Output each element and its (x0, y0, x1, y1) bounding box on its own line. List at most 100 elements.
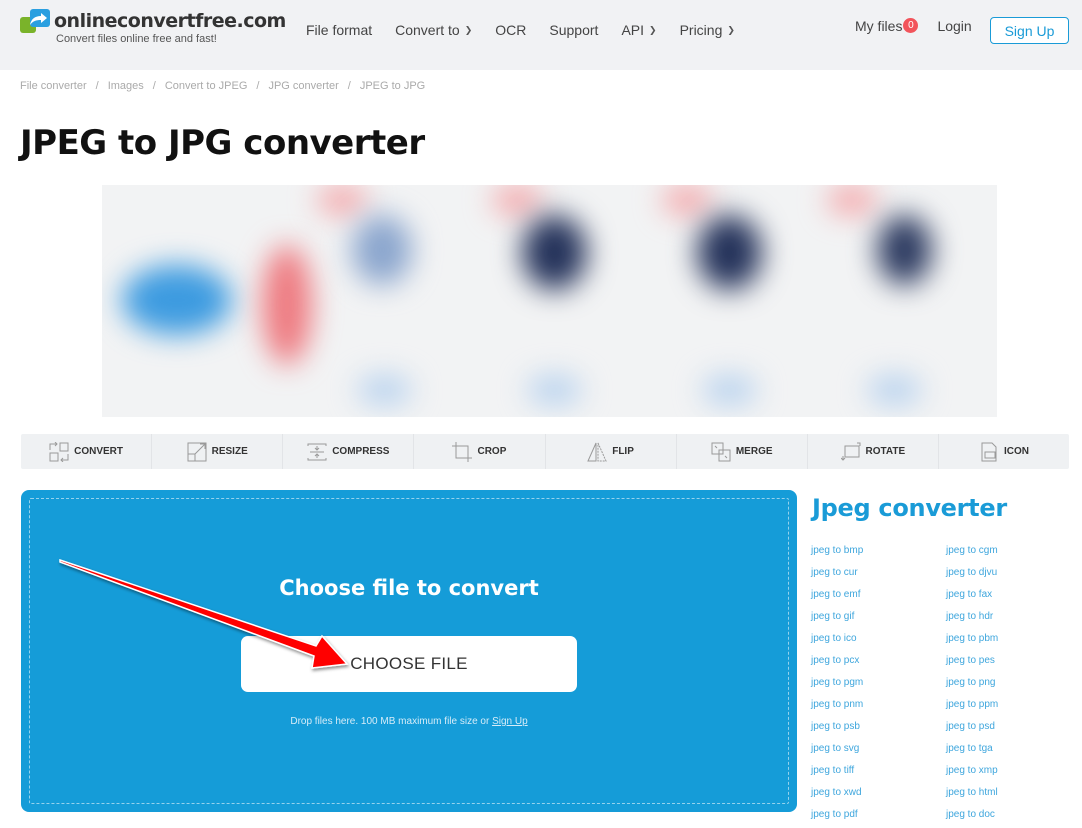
ad-banner[interactable] (102, 185, 997, 417)
converter-link[interactable]: jpeg to pgm (811, 677, 946, 699)
tools-bar: CONVERT RESIZE COMPRESS CROP FLIP MERGE … (21, 434, 1069, 469)
nav-label: Support (549, 22, 599, 38)
tool-label: CROP (477, 446, 507, 457)
tool-compress[interactable]: COMPRESS (283, 434, 415, 469)
converter-link[interactable]: jpeg to psb (811, 721, 946, 743)
breadcrumb-item[interactable]: Convert to JPEG (165, 80, 248, 92)
site-logo[interactable]: onlineconvertfree.com Convert files onli… (20, 9, 286, 45)
converter-link[interactable]: jpeg to djvu (946, 567, 1066, 589)
tool-merge[interactable]: MERGE (677, 434, 808, 469)
main-nav: File format Convert to ❯ OCR Support API ❯… (306, 22, 758, 38)
nav-pricing[interactable]: Pricing ❯ (680, 22, 735, 38)
converter-link[interactable]: jpeg to ppm (946, 699, 1066, 721)
tool-rotate[interactable]: ROTATE (808, 434, 939, 469)
breadcrumb-item[interactable]: Images (108, 80, 144, 92)
nav-label: File format (306, 22, 373, 38)
site-header: onlineconvertfree.com Convert files onli… (0, 0, 1082, 70)
breadcrumb-separator: / (256, 80, 260, 92)
convert-icon (49, 441, 69, 462)
converter-link[interactable]: jpeg to doc (946, 809, 1066, 828)
signup-button[interactable]: Sign Up (990, 17, 1069, 44)
breadcrumb-item[interactable]: JPG converter (268, 80, 338, 92)
converter-link[interactable]: jpeg to fax (946, 589, 1066, 611)
tool-label: RESIZE (211, 446, 248, 457)
tool-resize[interactable]: RESIZE (152, 434, 284, 469)
ad-blob (662, 185, 712, 215)
my-files-label: My files (855, 18, 903, 34)
nav-label: API (621, 22, 645, 38)
ico-file-icon (981, 442, 997, 461)
converter-link[interactable]: jpeg to gif (811, 611, 946, 633)
ad-blob (492, 185, 542, 215)
nav-file-format[interactable]: File format (306, 22, 372, 38)
ad-blob (697, 215, 762, 290)
converter-link[interactable]: jpeg to pes (946, 655, 1066, 677)
tool-convert[interactable]: CONVERT (21, 434, 153, 469)
converter-link[interactable]: jpeg to cur (811, 567, 946, 589)
tool-label: COMPRESS (332, 446, 390, 457)
tool-label: FLIP (612, 446, 634, 457)
merge-icon (711, 442, 731, 461)
converter-link[interactable]: jpeg to tiff (811, 765, 946, 787)
tool-flip[interactable]: FLIP (546, 434, 677, 469)
nav-convert-to[interactable]: Convert to ❯ (395, 22, 472, 38)
ad-blob (877, 215, 932, 285)
page-title: JPEG to JPG converter (20, 123, 425, 163)
converter-link[interactable]: jpeg to bmp (811, 545, 946, 567)
ad-blob (527, 375, 582, 405)
resize-icon (187, 442, 207, 461)
converter-link[interactable]: jpeg to pbm (946, 633, 1066, 655)
converter-links: jpeg to bmp jpeg to cgm jpeg to cur jpeg to… (811, 545, 1066, 828)
converter-link[interactable]: jpeg to hdr (946, 611, 1066, 633)
ad-blob (827, 185, 877, 215)
tool-crop[interactable]: CROP (414, 434, 546, 469)
converter-link[interactable]: jpeg to xwd (811, 787, 946, 809)
breadcrumb: File converter / Images / Convert to JPEG /… (20, 80, 425, 92)
tool-label: ROTATE (865, 446, 906, 457)
converter-link[interactable]: jpeg to pcx (811, 655, 946, 677)
nav-label: OCR (495, 22, 527, 38)
drop-signup-link[interactable]: Sign Up (492, 716, 528, 727)
converter-link[interactable]: jpeg to pdf (811, 809, 946, 828)
tool-icon[interactable]: ICON (939, 434, 1069, 469)
nav-label: Convert to (395, 22, 460, 38)
breadcrumb-separator: / (95, 80, 99, 92)
my-files-link[interactable]: My files 0 (855, 17, 919, 34)
nav-ocr[interactable]: OCR (495, 22, 526, 38)
drop-note-text: Drop files here. 100 MB maximum file siz… (290, 716, 493, 727)
logo-tagline: Convert files online free and fast! (56, 33, 217, 45)
upload-dropzone[interactable]: Choose file to convert CHOOSE FILE Drop … (21, 490, 797, 812)
upload-title: Choose file to convert (279, 576, 539, 600)
nav-support[interactable]: Support (549, 22, 598, 38)
chevron-down-icon: ❯ (727, 24, 735, 35)
converter-link[interactable]: jpeg to cgm (946, 545, 1066, 567)
converter-link[interactable]: jpeg to emf (811, 589, 946, 611)
drop-note: Drop files here. 100 MB maximum file siz… (21, 716, 797, 727)
converter-link[interactable]: jpeg to svg (811, 743, 946, 765)
ad-blob (317, 185, 367, 215)
breadcrumb-separator: / (152, 80, 156, 92)
files-count-badge: 0 (903, 17, 919, 33)
breadcrumb-separator: / (347, 80, 351, 92)
chevron-down-icon: ❯ (464, 24, 473, 35)
breadcrumb-item[interactable]: File converter (20, 80, 87, 92)
tool-label: CONVERT (74, 446, 124, 457)
converter-link[interactable]: jpeg to psd (946, 721, 1066, 743)
ad-blob (262, 245, 312, 365)
choose-file-button[interactable]: CHOOSE FILE (241, 636, 577, 692)
crop-icon (452, 441, 473, 462)
converter-link[interactable]: jpeg to png (946, 677, 1066, 699)
flip-icon (587, 442, 607, 461)
converter-link[interactable]: jpeg to html (946, 787, 1066, 809)
ad-blob (867, 375, 922, 405)
nav-api[interactable]: API ❯ (621, 22, 656, 38)
converter-link[interactable]: jpeg to tga (946, 743, 1066, 765)
converter-link[interactable]: jpeg to ico (811, 633, 946, 655)
converter-link[interactable]: jpeg to xmp (946, 765, 1066, 787)
ad-blob (352, 215, 412, 285)
chevron-down-icon: ❯ (649, 24, 657, 35)
breadcrumb-current: JPEG to JPG (359, 80, 426, 92)
compress-icon (307, 443, 327, 460)
converter-link[interactable]: jpeg to pnm (811, 699, 946, 721)
login-link[interactable]: Login (937, 18, 971, 34)
